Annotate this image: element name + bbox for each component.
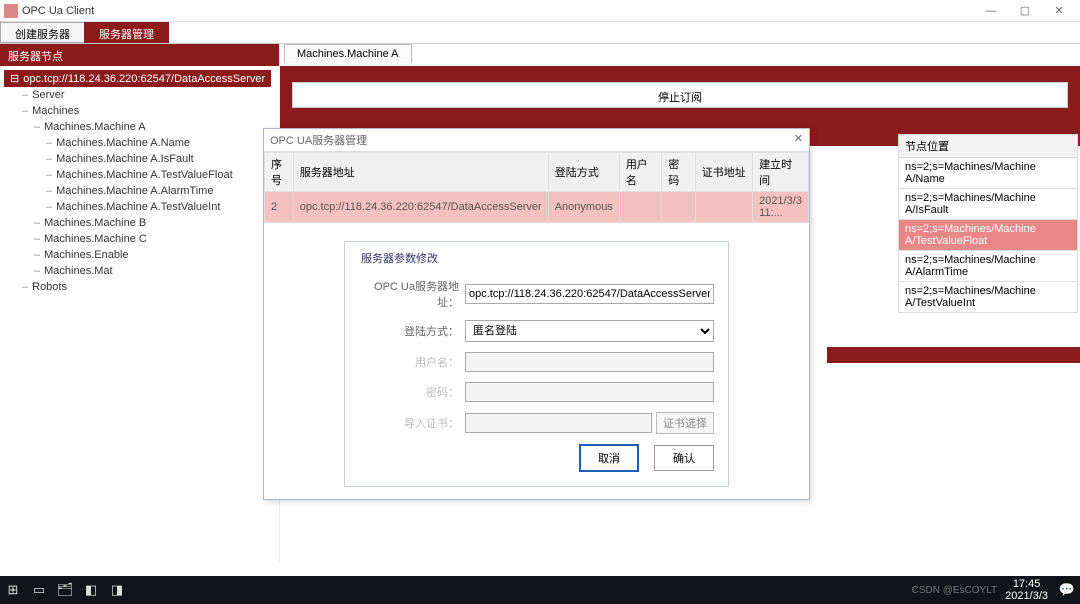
tab-machine-a[interactable]: Machines.Machine A (284, 44, 412, 63)
clock[interactable]: 17:45 2021/3/3 (1005, 578, 1048, 602)
dialog-titlebar[interactable]: OPC UA服务器管理 ✕ (264, 129, 809, 152)
server-params-form: 服务器参数修改 OPC Ua服务器地址： 登陆方式： 匿名登陆 用户名： 密码：… (344, 241, 729, 487)
addr-label: OPC Ua服务器地址： (359, 278, 459, 310)
node-position-table: 节点位置 ns=2;s=Machines/Machine A/Namens=2;… (898, 134, 1078, 313)
tree-node[interactable]: Machines.Enable (4, 247, 275, 263)
toolbar: 创建服务器 服务器管理 (0, 22, 1080, 44)
toolbar-server-mgmt[interactable]: 服务器管理 (84, 22, 169, 43)
app-icon-1[interactable]: ◧ (78, 582, 104, 598)
notification-icon[interactable]: 💬 (1054, 582, 1080, 598)
tree-node[interactable]: Machines.Machine C (4, 231, 275, 247)
password-input (465, 382, 714, 402)
server-params-dialog: OPC UA服务器管理 ✕ 序号 服务器地址 登陆方式 用户名 密码 证书地址 … (263, 128, 810, 500)
tree-node[interactable]: Machines.Mat (4, 263, 275, 279)
tree-node[interactable]: Machines.Machine A.AlarmTime (4, 183, 275, 199)
col-cert: 证书地址 (695, 153, 752, 192)
tabbar: Machines.Machine A (280, 44, 1080, 66)
tree-node[interactable]: Machines.Machine B (4, 215, 275, 231)
node-row[interactable]: ns=2;s=Machines/Machine A/TestValueFloat (899, 220, 1078, 251)
dialog-title-text: OPC UA服务器管理 (270, 132, 794, 148)
windows-taskbar[interactable]: ⊞ ▭ 🗂 ◧ ◨ CSDN @EsCOYLT 17:45 2021/3/3 💬 (0, 576, 1080, 604)
node-row[interactable]: ns=2;s=Machines/Machine A/AlarmTime (899, 251, 1078, 282)
window-title: OPC Ua Client (22, 5, 974, 17)
ok-button[interactable]: 确认 (654, 445, 714, 471)
cancel-button[interactable]: 取消 (579, 444, 639, 472)
password-label: 密码： (359, 384, 459, 400)
maroon-extension (827, 347, 1080, 363)
cert-browse-button[interactable]: 证书选择 (656, 412, 714, 434)
sidebar-header: 服务器节点 (0, 44, 279, 66)
tree-node[interactable]: Machines.Machine A.Name (4, 135, 275, 151)
start-icon[interactable]: ⊞ (0, 582, 26, 598)
minimize-button[interactable]: — (974, 5, 1008, 17)
stop-sub-band: 停止订阅 (280, 66, 1080, 124)
tree-node[interactable]: Machines.Machine A.IsFault (4, 151, 275, 167)
tree-node[interactable]: opc.tcp://118.24.36.220:62547/DataAccess… (4, 70, 271, 87)
sidebar: 服务器节点 opc.tcp://118.24.36.220:62547/Data… (0, 44, 280, 562)
cert-label: 导入证书： (359, 415, 459, 431)
server-address-input[interactable] (465, 284, 714, 304)
app-icon (4, 4, 18, 18)
server-tree[interactable]: opc.tcp://118.24.36.220:62547/DataAccess… (0, 66, 279, 299)
col-password: 密码 (662, 153, 696, 192)
tree-node[interactable]: Robots (4, 279, 275, 295)
maximize-button[interactable]: ▢ (1008, 4, 1042, 17)
col-time: 建立时间 (753, 153, 809, 192)
tree-node[interactable]: Machines.Machine A (4, 119, 275, 135)
toolbar-create-server[interactable]: 创建服务器 (0, 22, 85, 43)
tree-node[interactable]: Server (4, 87, 275, 103)
node-row[interactable]: ns=2;s=Machines/Machine A/TestValueInt (899, 282, 1078, 313)
col-address: 服务器地址 (293, 153, 548, 192)
titlebar: OPC Ua Client — ▢ ✕ (0, 0, 1080, 22)
server-list-table: 序号 服务器地址 登陆方式 用户名 密码 证书地址 建立时间 2 opc.tcp… (264, 152, 809, 223)
tree-node[interactable]: Machines (4, 103, 275, 119)
tree-node[interactable]: Machines.Machine A.TestValueInt (4, 199, 275, 215)
form-legend: 服务器参数修改 (359, 248, 714, 268)
server-row[interactable]: 2 opc.tcp://118.24.36.220:62547/DataAcce… (265, 192, 809, 223)
login-mode-select[interactable]: 匿名登陆 (465, 320, 714, 342)
taskview-icon[interactable]: ▭ (26, 582, 52, 598)
dialog-close-icon[interactable]: ✕ (794, 132, 803, 148)
stop-subscription-button[interactable]: 停止订阅 (292, 82, 1068, 108)
dialog-button-row: 取消 确认 (359, 444, 714, 472)
col-user: 用户名 (619, 153, 661, 192)
col-index: 序号 (265, 153, 294, 192)
node-row[interactable]: ns=2;s=Machines/Machine A/Name (899, 158, 1078, 189)
col-login: 登陆方式 (548, 153, 619, 192)
watermark: CSDN @EsCOYLT (912, 585, 998, 596)
login-label: 登陆方式： (359, 323, 459, 339)
app-icon-2[interactable]: ◨ (104, 582, 130, 598)
username-input (465, 352, 714, 372)
node-row[interactable]: ns=2;s=Machines/Machine A/IsFault (899, 189, 1078, 220)
cert-path-input (465, 413, 652, 433)
tree-node[interactable]: Machines.Machine A.TestValueFloat (4, 167, 275, 183)
node-position-header: 节点位置 (899, 135, 1078, 158)
username-label: 用户名： (359, 354, 459, 370)
explorer-icon[interactable]: 🗂 (52, 582, 78, 598)
close-button[interactable]: ✕ (1042, 4, 1076, 17)
